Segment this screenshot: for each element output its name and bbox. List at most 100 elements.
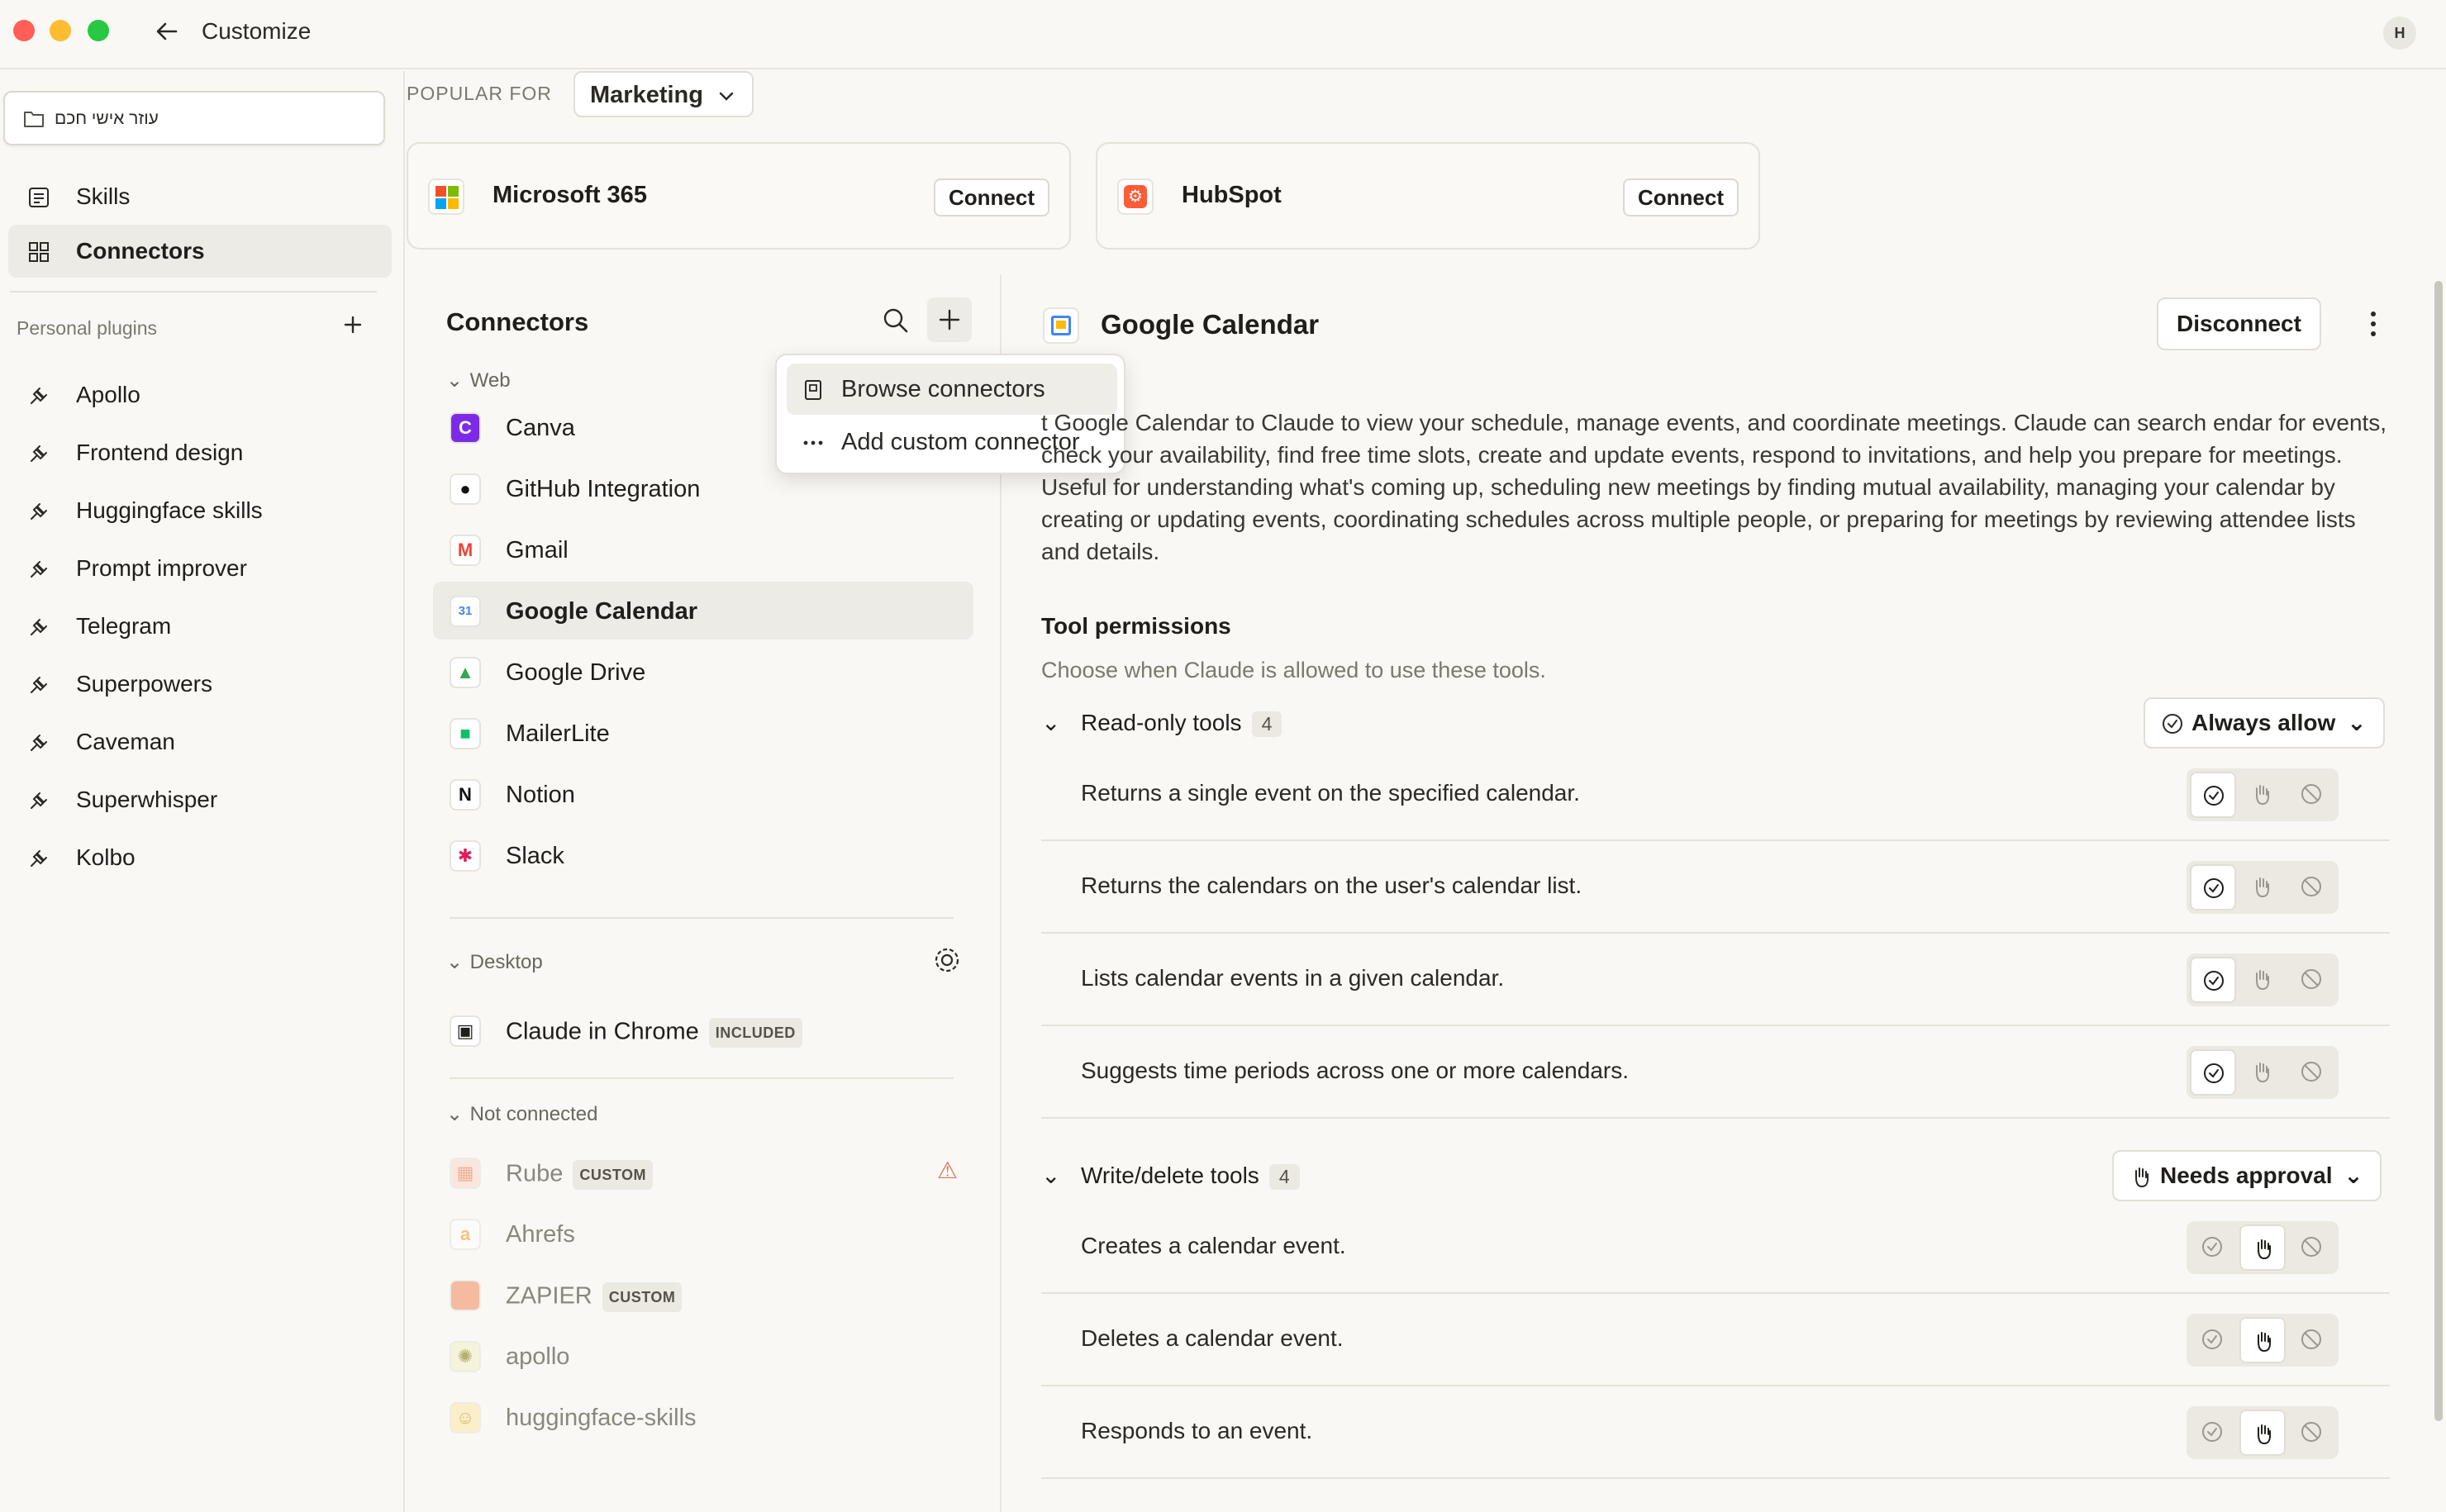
plugin-label: Kolbo bbox=[76, 844, 136, 870]
block-icon[interactable] bbox=[2289, 957, 2335, 1003]
allow-check-icon[interactable] bbox=[2190, 864, 2236, 911]
close-window-button[interactable] bbox=[13, 20, 35, 41]
plug-icon bbox=[31, 850, 47, 867]
block-icon[interactable] bbox=[2289, 864, 2335, 911]
connect-button[interactable]: Connect bbox=[1623, 178, 1739, 216]
block-icon[interactable] bbox=[2289, 1049, 2335, 1096]
tool-row: Creates a calendar event. bbox=[1041, 1201, 2390, 1294]
sidebar-item-connectors[interactable]: Connectors bbox=[8, 225, 392, 278]
connector-rube[interactable]: ▦ Rube CUSTOM ⚠ bbox=[433, 1144, 973, 1201]
desktop-settings-gear-icon[interactable] bbox=[932, 945, 962, 975]
search-icon[interactable] bbox=[879, 304, 912, 337]
plugin-item-kolbo[interactable]: Kolbo bbox=[8, 831, 392, 884]
connector-mailerlite[interactable]: ■ MailerLite bbox=[433, 704, 973, 762]
section-count: 4 bbox=[1268, 1164, 1300, 1190]
allow-check-icon[interactable] bbox=[2190, 1049, 2236, 1096]
connect-button[interactable]: Connect bbox=[934, 178, 1049, 216]
approval-hand-icon[interactable] bbox=[2239, 1410, 2286, 1456]
popular-card-hubspot: ⚙ HubSpot Connect bbox=[1096, 142, 1760, 250]
section-read-only-tools-toggle[interactable]: ⌄ Read-only tools 4 bbox=[1041, 709, 1282, 737]
rube-icon: ▦ bbox=[450, 1158, 481, 1189]
allow-check-icon[interactable] bbox=[2190, 1410, 2236, 1456]
slack-icon: ✱ bbox=[450, 840, 481, 872]
section-policy-select[interactable]: Always allow ⌄ bbox=[2144, 697, 2385, 749]
approval-hand-icon[interactable] bbox=[2239, 772, 2286, 818]
allow-check-icon[interactable] bbox=[2190, 772, 2236, 818]
policy-label: Needs approval bbox=[2160, 1163, 2333, 1188]
disconnect-button[interactable]: Disconnect bbox=[2157, 297, 2321, 350]
plugin-item-prompt-improver[interactable]: Prompt improver bbox=[8, 542, 392, 595]
scrollbar[interactable] bbox=[2434, 281, 2443, 1421]
plugin-label: Apollo bbox=[76, 382, 140, 407]
block-icon[interactable] bbox=[2289, 772, 2335, 818]
approval-hand-icon[interactable] bbox=[2239, 1224, 2286, 1271]
connector-apollo[interactable]: ✺ apollo bbox=[433, 1327, 973, 1385]
connector-gmail[interactable]: M Gmail bbox=[433, 521, 973, 578]
connector-name-text: Ahrefs bbox=[506, 1221, 575, 1248]
sidebar-item-skills[interactable]: Skills bbox=[8, 170, 392, 223]
group-web-toggle[interactable]: ⌄ Web bbox=[446, 368, 511, 392]
microsoft-365-logo-icon bbox=[428, 178, 464, 215]
approval-hand-icon[interactable] bbox=[2239, 864, 2286, 911]
plugin-item-superpowers[interactable]: Superpowers bbox=[8, 658, 392, 711]
approval-hand-icon[interactable] bbox=[2239, 1317, 2286, 1363]
connector-google-calendar[interactable]: 31 Google Calendar bbox=[433, 582, 973, 640]
group-not-connected-toggle[interactable]: ⌄ Not connected bbox=[446, 1102, 597, 1126]
tool-permissions-title: Tool permissions bbox=[1041, 613, 1231, 639]
plug-icon bbox=[31, 792, 47, 809]
connector-notion[interactable]: N Notion bbox=[433, 765, 973, 823]
plugin-item-huggingface-skills[interactable]: Huggingface skills bbox=[8, 484, 392, 537]
allow-check-icon[interactable] bbox=[2190, 957, 2236, 1003]
back-arrow-icon[interactable] bbox=[154, 18, 180, 45]
ahrefs-icon: a bbox=[450, 1219, 481, 1250]
hand-icon bbox=[2129, 1164, 2153, 1189]
window-title: Customize bbox=[202, 18, 312, 44]
popular-card-name: HubSpot bbox=[1182, 182, 1282, 208]
connector-slack[interactable]: ✱ Slack bbox=[433, 826, 973, 884]
block-icon[interactable] bbox=[2289, 1224, 2335, 1271]
group-label: Web bbox=[469, 369, 511, 392]
plugin-item-frontend-design[interactable]: Frontend design bbox=[8, 426, 392, 479]
zapier-icon: ■ bbox=[450, 1280, 481, 1311]
tool-row: Lists calendar events in a given calenda… bbox=[1041, 934, 2390, 1026]
permission-toggle-group bbox=[2187, 1046, 2339, 1099]
connector-ahrefs[interactable]: a Ahrefs bbox=[433, 1205, 973, 1262]
popular-category-select[interactable]: Marketing bbox=[573, 71, 754, 117]
warning-icon[interactable]: ⚠ bbox=[937, 1157, 958, 1184]
approval-hand-icon[interactable] bbox=[2239, 1049, 2286, 1096]
more-options-icon[interactable] bbox=[2357, 306, 2390, 342]
book-icon bbox=[805, 380, 821, 400]
chevron-down-icon: ⌄ bbox=[446, 1103, 464, 1125]
allow-check-icon[interactable] bbox=[2190, 1317, 2236, 1363]
allow-check-icon[interactable] bbox=[2190, 1224, 2236, 1271]
minimize-window-button[interactable] bbox=[50, 20, 71, 41]
connector-google-drive[interactable]: ▲ Google Drive bbox=[433, 643, 973, 701]
plugin-item-telegram[interactable]: Telegram bbox=[8, 600, 392, 653]
connector-zapier[interactable]: ■ ZAPIER CUSTOM bbox=[433, 1266, 973, 1324]
skills-icon bbox=[29, 188, 49, 207]
group-desktop-toggle[interactable]: ⌄ Desktop bbox=[446, 950, 543, 974]
permission-toggle-group bbox=[2187, 1221, 2339, 1274]
claude-in-chrome-icon: ▣ bbox=[450, 1015, 481, 1047]
avatar[interactable]: H bbox=[2383, 17, 2416, 50]
zoom-window-button[interactable] bbox=[88, 20, 109, 41]
block-icon[interactable] bbox=[2289, 1317, 2335, 1363]
connector-claude-in-chrome[interactable]: ▣ Claude in Chrome INCLUDED bbox=[433, 1001, 973, 1059]
add-connector-button[interactable] bbox=[927, 297, 972, 342]
plugin-label: Superpowers bbox=[76, 671, 212, 697]
add-plugin-icon[interactable] bbox=[339, 311, 367, 339]
section-write-delete-tools-toggle[interactable]: ⌄ Write/delete tools 4 bbox=[1041, 1162, 1300, 1190]
project-selector[interactable]: עוזר אישי חכם bbox=[3, 91, 385, 145]
plugin-item-caveman[interactable]: Caveman bbox=[8, 716, 392, 768]
connector-name: GitHub Integration bbox=[506, 476, 701, 502]
plugin-item-apollo[interactable]: Apollo bbox=[8, 368, 392, 421]
approval-hand-icon[interactable] bbox=[2239, 957, 2286, 1003]
plugin-item-superwhisper[interactable]: Superwhisper bbox=[8, 773, 392, 826]
google-calendar-icon: 31 bbox=[450, 596, 481, 627]
plugin-label: Telegram bbox=[76, 613, 172, 639]
connector-huggingface-skills[interactable]: ☺ huggingface-skills bbox=[433, 1388, 973, 1446]
plugin-label: Huggingface skills bbox=[76, 497, 263, 523]
block-icon[interactable] bbox=[2289, 1410, 2335, 1456]
section-policy-select[interactable]: Needs approval ⌄ bbox=[2112, 1150, 2382, 1201]
chevron-down-icon: ⌄ bbox=[1041, 710, 1061, 735]
